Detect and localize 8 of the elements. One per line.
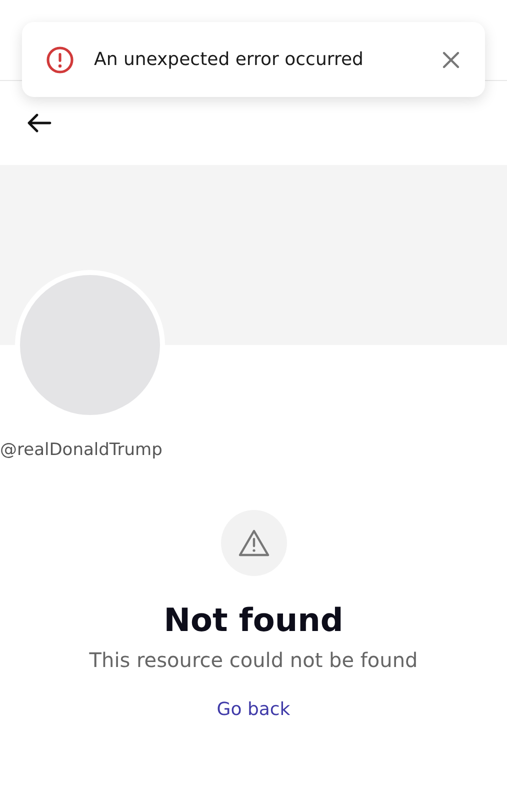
go-back-link[interactable]: Go back [216, 698, 290, 722]
toast-message: An unexpected error occurred [94, 49, 364, 70]
error-icon [46, 46, 74, 74]
empty-title: Not found [164, 600, 344, 641]
back-arrow-icon[interactable] [26, 112, 52, 134]
close-icon[interactable] [441, 50, 461, 70]
empty-message: This resource could not be found [89, 647, 418, 674]
profile-handle: @realDonaldTrump [0, 440, 162, 460]
